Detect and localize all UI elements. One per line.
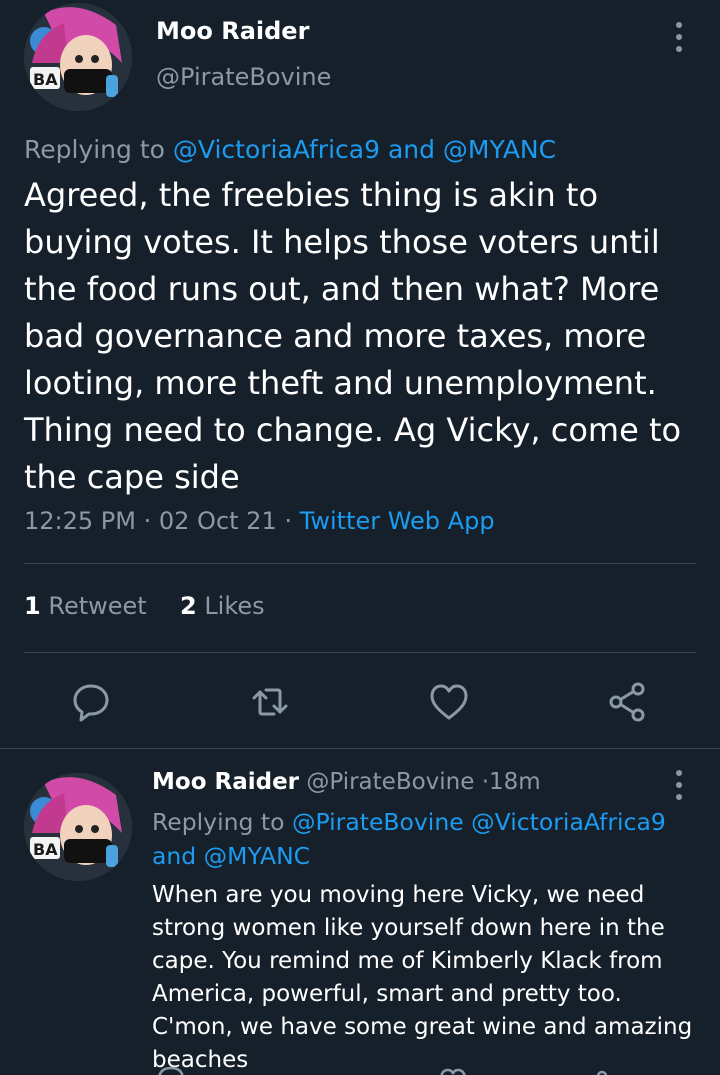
svg-text:BA: BA [33, 840, 58, 859]
reply-icon[interactable] [156, 1062, 200, 1075]
author-name[interactable]: Moo Raider [156, 17, 309, 45]
avatar[interactable]: BA [24, 3, 132, 111]
meta-separator: · [284, 507, 300, 535]
meta-separator: · [143, 507, 159, 535]
tweet-separator [0, 748, 720, 749]
reply-header: Moo Raider @PirateBovine ·18m [152, 769, 541, 795]
replying-to: Replying to @VictoriaAfrica9 and @MYANC [24, 135, 556, 164]
avatar[interactable]: BA [24, 773, 132, 881]
reply-icon[interactable] [69, 680, 113, 724]
share-icon[interactable] [606, 680, 650, 724]
action-bar [0, 680, 720, 724]
tweet-date[interactable]: 02 Oct 21 [159, 507, 277, 535]
retweet-count: 1 [24, 592, 41, 620]
main-tweet: BA Moo Raider @PirateBovine Replying to … [0, 0, 720, 750]
share-icon[interactable] [592, 1062, 636, 1075]
avatar-image: BA [24, 3, 132, 111]
divider [24, 563, 696, 564]
meta-separator: · [481, 769, 490, 795]
replying-to-link[interactable]: @VictoriaAfrica9 and @MYANC [173, 135, 556, 164]
engagement-stats: 1 Retweet 2 Likes [24, 592, 265, 620]
author-name[interactable]: Moo Raider [152, 769, 299, 795]
replying-prefix: Replying to [24, 135, 165, 164]
like-count: 2 [179, 592, 197, 620]
reply-action-bar [0, 1062, 720, 1075]
more-vertical-icon[interactable] [671, 770, 687, 800]
author-handle[interactable]: @PirateBovine [306, 769, 474, 795]
avatar-image: BA [24, 773, 132, 881]
likes-stat[interactable]: 2 Likes [180, 592, 265, 620]
like-label: Likes [204, 592, 265, 620]
tweet-age[interactable]: 18m [489, 769, 541, 795]
replying-to: Replying to @PirateBovine @VictoriaAfric… [152, 805, 692, 873]
tweet-source[interactable]: Twitter Web App [300, 507, 495, 535]
svg-text:BA: BA [33, 70, 58, 89]
retweet-icon[interactable] [248, 680, 292, 724]
author-handle[interactable]: @PirateBovine [156, 63, 331, 91]
more-vertical-icon[interactable] [671, 22, 687, 52]
divider [24, 652, 696, 653]
heart-icon[interactable] [427, 680, 471, 724]
retweets-stat[interactable]: 1 Retweet [24, 592, 147, 620]
heart-icon[interactable] [438, 1062, 482, 1075]
tweet-text: Agreed, the freebies thing is akin to bu… [24, 176, 682, 496]
retweet-label: Retweet [48, 592, 147, 620]
tweet-time[interactable]: 12:25 PM [24, 507, 136, 535]
replying-prefix: Replying to [152, 808, 285, 836]
tweet-text: When are you moving here Vicky, we need … [152, 882, 693, 1073]
tweet-meta: 12:25 PM · 02 Oct 21 · Twitter Web App [24, 507, 495, 535]
